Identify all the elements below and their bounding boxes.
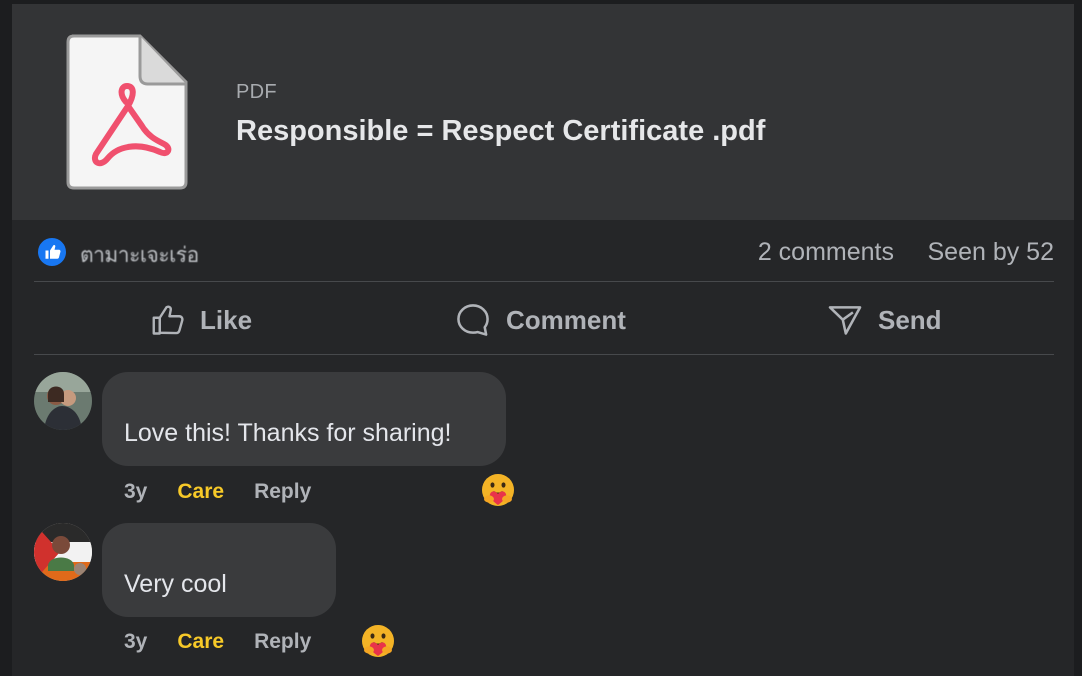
speech-bubble-icon	[457, 304, 489, 336]
comment-text: Love this! Thanks for sharing!	[124, 419, 452, 447]
like-reaction-icon[interactable]	[36, 236, 68, 268]
comment-meta: 3y Care Reply	[124, 480, 311, 504]
comment-meta: 3y Care Reply	[124, 630, 311, 654]
comment-label: Comment	[506, 304, 626, 335]
comment-item: Very cool 3y Care Reply	[34, 523, 1054, 657]
send-label: Send	[878, 304, 942, 335]
send-icon	[828, 306, 862, 335]
reply-button[interactable]: Reply	[254, 480, 311, 504]
file-type-label: PDF	[236, 81, 277, 103]
comment-bubble: Love this! Thanks for sharing!	[102, 372, 506, 466]
comment-item: Love this! Thanks for sharing! 3y Care R…	[34, 372, 1054, 506]
post-card: PDF Responsible = Respect Certificate .p…	[12, 4, 1074, 676]
care-emoji-icon[interactable]	[360, 623, 396, 659]
seen-by-count[interactable]: Seen by 52	[928, 238, 1055, 267]
comments-count[interactable]: 2 comments	[758, 238, 894, 267]
avatar[interactable]	[34, 372, 92, 430]
divider	[34, 354, 1054, 355]
reactions-summary: ตามาะเจะเร่อ 2 comments Seen by 52	[34, 230, 1054, 278]
comment-time[interactable]: 3y	[124, 480, 147, 504]
avatar[interactable]	[34, 523, 92, 581]
reply-button[interactable]: Reply	[254, 630, 311, 654]
action-bar: Like Comment Send	[34, 284, 1054, 356]
divider	[34, 281, 1054, 282]
thumbs-up-icon	[152, 305, 184, 335]
comment-text: Very cool	[124, 570, 227, 598]
pdf-document-icon	[66, 34, 188, 190]
comment-bubble: Very cool	[102, 523, 336, 617]
comment-button[interactable]: Comment	[454, 284, 626, 356]
comment-time[interactable]: 3y	[124, 630, 147, 654]
file-name[interactable]: Responsible = Respect Certificate .pdf	[236, 115, 765, 148]
pdf-attachment[interactable]: PDF Responsible = Respect Certificate .p…	[12, 4, 1074, 220]
care-reaction-button[interactable]: Care	[177, 630, 224, 654]
send-button[interactable]: Send	[826, 284, 942, 356]
like-label: Like	[200, 304, 253, 335]
care-emoji-icon[interactable]	[480, 472, 516, 508]
reactor-name[interactable]: ตามาะเจะเร่อ	[80, 239, 199, 272]
like-button[interactable]: Like	[150, 284, 252, 356]
care-reaction-button[interactable]: Care	[177, 480, 224, 504]
